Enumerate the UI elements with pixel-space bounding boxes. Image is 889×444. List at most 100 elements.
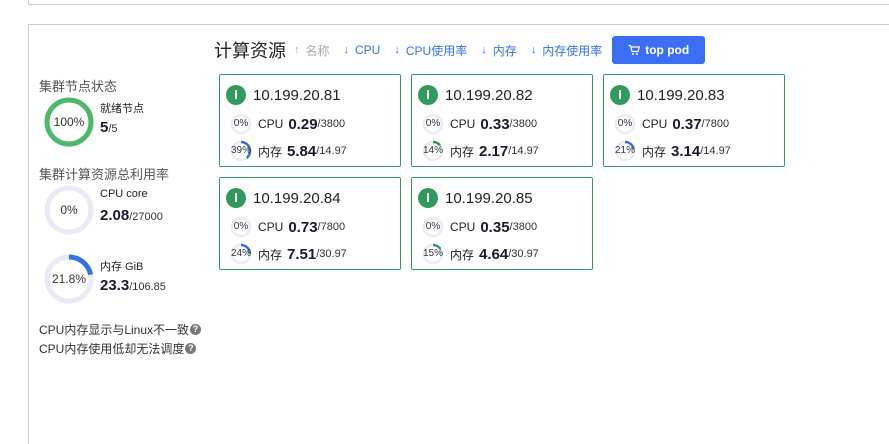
- node-status-badge: I: [610, 85, 630, 105]
- toolbar: 计算资源 ↑ 名称 ↓ CPU ↓ CPU使用率 ↓ 内存 ↓ 内存使用率 to…: [214, 36, 706, 64]
- cpu-total: /27000: [129, 211, 163, 223]
- help-icon[interactable]: ?: [190, 324, 202, 335]
- node-card[interactable]: I 10.199.20.84 0% CPU 0.73 /7800 24% 内存: [219, 177, 401, 270]
- node-cpu-pct: 0%: [425, 118, 441, 129]
- node-card[interactable]: I 10.199.20.81 0% CPU 0.29 /3800 39% 内存: [219, 74, 401, 167]
- node-status-badge: I: [418, 85, 438, 105]
- sort-mem-label: 内存: [492, 43, 517, 58]
- node-cpu-gauge: 0%: [614, 113, 636, 135]
- node-mem-total: /14.97: [316, 145, 347, 157]
- node-ip[interactable]: 10.199.20.85: [445, 190, 533, 207]
- node-mem-gauge: 39%: [230, 140, 252, 162]
- sort-down-icon: ↓: [343, 44, 350, 56]
- ready-nodes-pct: 100%: [53, 115, 85, 129]
- node-mem-label: 内存: [450, 144, 475, 159]
- node-mem-value: 3.14: [671, 142, 701, 160]
- node-cpu-total: /3800: [317, 118, 346, 130]
- help-link-linux-mismatch[interactable]: CPU内存显示与Linux不一致 ?: [39, 321, 202, 338]
- node-status-title: 集群节点状态: [39, 79, 118, 94]
- node-cpu-total: /3800: [509, 118, 538, 130]
- node-mem-gauge: 14%: [422, 140, 444, 162]
- node-header: I 10.199.20.85: [418, 188, 533, 208]
- node-mem-row: 24% 内存 7.51 /30.97: [230, 243, 347, 265]
- sort-by-cpu[interactable]: ↓ CPU: [344, 43, 381, 57]
- node-cpu-pct: 0%: [233, 221, 249, 232]
- mem-total: /106.85: [129, 281, 166, 293]
- mem-used: 23.3: [100, 277, 130, 294]
- node-ip[interactable]: 10.199.20.81: [253, 87, 341, 104]
- node-mem-pct: 15%: [422, 248, 443, 259]
- node-cpu-value: 0.33: [480, 115, 510, 133]
- node-cpu-total: /7800: [701, 118, 730, 130]
- node-mem-label: 内存: [642, 144, 667, 159]
- node-mem-total: /14.97: [508, 145, 539, 157]
- node-cpu-pct: 0%: [425, 221, 441, 232]
- node-mem-value: 7.51: [287, 245, 317, 263]
- node-cpu-row: 0% CPU 0.73 /7800: [230, 216, 345, 238]
- node-mem-gauge: 15%: [422, 243, 444, 265]
- node-mem-gauge: 24%: [230, 243, 252, 265]
- sort-by-memory[interactable]: ↓ 内存: [481, 42, 517, 59]
- sort-by-memory-usage[interactable]: ↓ 内存使用率: [531, 42, 603, 59]
- node-cpu-pct: 0%: [233, 118, 249, 129]
- node-cpu-total: /3800: [509, 221, 538, 233]
- cart-icon: [628, 44, 641, 55]
- node-cpu-label: CPU: [258, 117, 284, 131]
- help-link-scheduling[interactable]: CPU内存使用低却无法调度 ?: [39, 340, 197, 357]
- node-mem-label: 内存: [258, 247, 283, 262]
- top-pod-label: top pod: [645, 43, 690, 57]
- sort-down-icon: ↓: [530, 44, 537, 56]
- node-mem-pct: 39%: [230, 145, 251, 156]
- node-mem-pct: 21%: [614, 145, 635, 156]
- memory-gib-value: 23.3/106.85: [100, 277, 166, 294]
- node-cpu-row: 0% CPU 0.35 /3800: [422, 216, 537, 238]
- node-mem-row: 14% 内存 2.17 /14.97: [422, 140, 539, 162]
- node-mem-gauge: 21%: [614, 140, 636, 162]
- node-mem-value: 2.17: [479, 142, 509, 160]
- memory-gib-pct: 21.8%: [51, 272, 87, 286]
- help-note-2: CPU内存使用低却无法调度: [39, 342, 185, 356]
- sort-by-name[interactable]: ↑ 名称: [294, 42, 330, 59]
- help-note-1: CPU内存显示与Linux不一致: [39, 323, 190, 337]
- node-mem-value: 4.64: [479, 245, 509, 263]
- node-ip[interactable]: 10.199.20.84: [253, 190, 341, 207]
- node-mem-label: 内存: [450, 247, 475, 262]
- utilization-title: 集群计算资源总利用率: [39, 167, 170, 182]
- node-card[interactable]: I 10.199.20.82 0% CPU 0.33 /3800 14% 内存: [411, 74, 593, 167]
- ready-total: /5: [108, 123, 118, 135]
- node-cpu-total: /7800: [317, 221, 346, 233]
- node-cpu-gauge: 0%: [422, 113, 444, 135]
- node-cpu-row: 0% CPU 0.37 /7800: [614, 113, 729, 135]
- node-card[interactable]: I 10.199.20.83 0% CPU 0.37 /7800 21% 内存: [603, 74, 785, 167]
- node-cpu-row: 0% CPU 0.33 /3800: [422, 113, 537, 135]
- help-icon[interactable]: ?: [185, 343, 197, 354]
- cpu-core-label: CPU core: [100, 188, 148, 200]
- node-cpu-gauge: 0%: [230, 113, 252, 135]
- node-mem-row: 21% 内存 3.14 /14.97: [614, 140, 731, 162]
- top-pod-button[interactable]: top pod: [612, 36, 706, 64]
- node-cpu-value: 0.35: [480, 218, 510, 236]
- node-ip[interactable]: 10.199.20.83: [637, 87, 725, 104]
- node-cpu-value: 0.73: [288, 218, 318, 236]
- cpu-used: 2.08: [100, 207, 130, 224]
- node-cpu-gauge: 0%: [422, 216, 444, 238]
- node-mem-row: 39% 内存 5.84 /14.97: [230, 140, 347, 162]
- sort-cpu-label: CPU: [355, 43, 381, 57]
- node-cpu-value: 0.37: [672, 115, 702, 133]
- ready-nodes-value: 5/5: [100, 119, 118, 136]
- node-header: I 10.199.20.84: [226, 188, 341, 208]
- node-cpu-label: CPU: [450, 220, 476, 234]
- node-mem-total: /30.97: [316, 248, 347, 260]
- cpu-core-pct: 0%: [60, 203, 78, 217]
- node-status-badge: I: [226, 188, 246, 208]
- sort-down-icon: ↓: [481, 44, 487, 56]
- sort-by-cpu-usage[interactable]: ↓ CPU使用率: [394, 42, 467, 59]
- node-mem-total: /30.97: [508, 248, 539, 260]
- node-cpu-label: CPU: [450, 117, 476, 131]
- node-mem-label: 内存: [258, 144, 283, 159]
- sort-name-label: 名称: [305, 43, 330, 58]
- node-ip[interactable]: 10.199.20.82: [445, 87, 533, 104]
- node-card[interactable]: I 10.199.20.85 0% CPU 0.35 /3800 15% 内存: [411, 177, 593, 270]
- cpu-core-value: 2.08/27000: [100, 207, 163, 224]
- node-mem-pct: 24%: [230, 248, 251, 259]
